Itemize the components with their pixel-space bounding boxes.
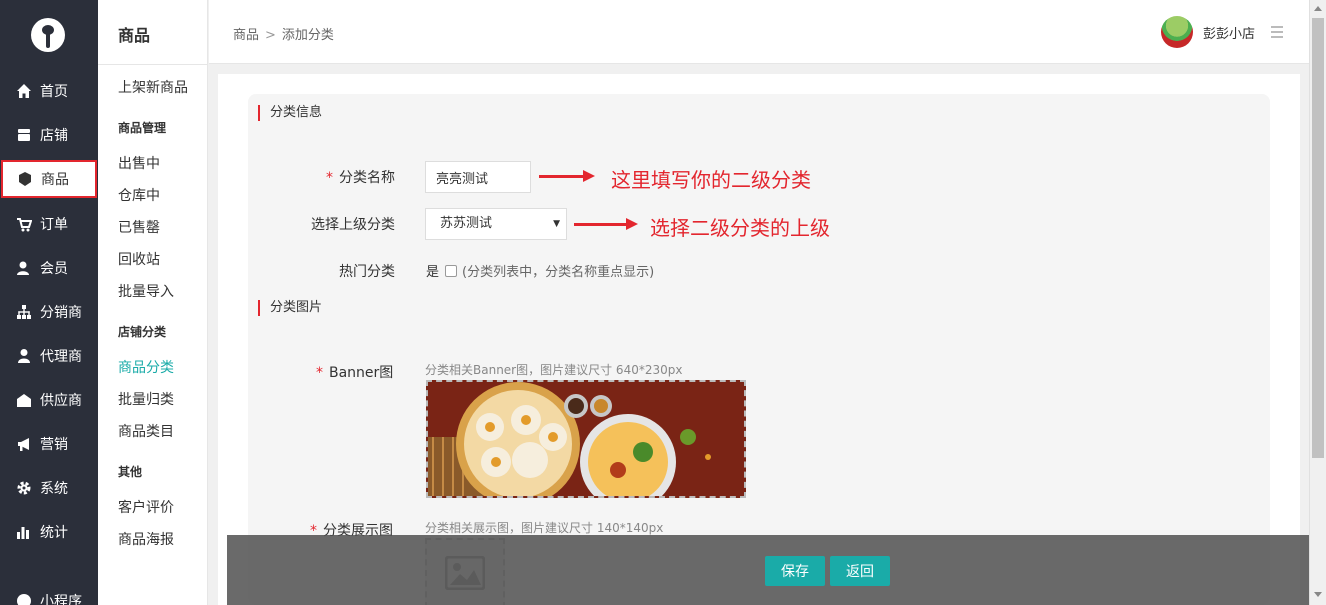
subnav-item-new-goods[interactable]: 上架新商品	[118, 77, 188, 97]
annotation-arrow	[539, 170, 595, 182]
hamburger-menu-icon[interactable]	[1271, 26, 1283, 38]
subnav-item-warehouse[interactable]: 仓库中	[118, 185, 160, 205]
banner-food-image	[428, 382, 744, 496]
parent-category-select[interactable]: 苏苏测试 ▼	[425, 208, 567, 240]
subnav-item-posters[interactable]: 商品海报	[118, 529, 174, 549]
nav-label: 会员	[40, 261, 68, 277]
hot-category-note: (分类列表中，分类名称重点显示)	[462, 265, 655, 280]
subnav-title: 商品	[118, 26, 151, 45]
user-menu[interactable]: 彭彭小店	[1160, 16, 1255, 48]
action-bar: 保存 返回	[227, 535, 1309, 605]
subnav-item-recycle[interactable]: 回收站	[118, 249, 160, 269]
caret-down-icon: ▼	[553, 219, 560, 229]
hot-category-checkbox[interactable]	[445, 264, 458, 277]
parent-category-value: 苏苏测试	[440, 216, 493, 231]
miniapp-icon	[16, 593, 32, 605]
avatar[interactable]	[1160, 16, 1193, 48]
building-icon	[16, 392, 32, 408]
nav-item-distributors[interactable]: 分销商	[0, 294, 98, 330]
annotation-parent-note: 选择二级分类的上级	[650, 216, 830, 240]
hot-category-field: 是 (分类列表中，分类名称重点显示)	[426, 261, 654, 280]
annotation-arrow	[574, 218, 638, 230]
annotation-name-note: 这里填写你的二级分类	[611, 168, 811, 192]
scroll-up-icon[interactable]	[1314, 6, 1322, 11]
subnav-group-title: 商品管理	[118, 121, 167, 135]
nav-label: 商品	[41, 172, 69, 188]
nav-label: 供应商	[40, 393, 82, 409]
nav-item-goods[interactable]: 商品	[1, 160, 97, 198]
bar-chart-icon	[16, 524, 32, 540]
nav-label: 营销	[40, 437, 68, 453]
nav-label: 代理商	[40, 349, 82, 365]
divider	[98, 64, 208, 65]
section-title-image: 分类图片	[258, 300, 322, 316]
nav-label: 小程序	[40, 594, 82, 605]
subnav-item-import[interactable]: 批量导入	[118, 281, 174, 301]
breadcrumb-item[interactable]: 商品	[233, 28, 259, 43]
category-name-input[interactable]	[425, 161, 531, 193]
logo-icon[interactable]	[31, 18, 65, 52]
scrollbar-thumb[interactable]	[1312, 18, 1324, 458]
username[interactable]: 彭彭小店	[1203, 23, 1255, 42]
subnav-item-batch-classify[interactable]: 批量归类	[118, 389, 174, 409]
nav-item-system[interactable]: 系统	[0, 470, 98, 506]
banner-image-upload[interactable]	[426, 380, 746, 498]
subnav-group-title: 其他	[118, 465, 143, 479]
top-bar: 商品 > 添加分类 彭彭小店	[209, 0, 1309, 64]
chevron-right-icon: >	[265, 28, 276, 43]
subnav-item-on-sale[interactable]: 出售中	[118, 153, 160, 173]
nav-item-members[interactable]: 会员	[0, 250, 98, 286]
member-icon	[16, 260, 32, 276]
nav-item-stats[interactable]: 统计	[0, 514, 98, 550]
nav-item-suppliers[interactable]: 供应商	[0, 382, 98, 418]
parent-category-label: 选择上级分类	[311, 217, 395, 233]
banner-hint: 分类相关Banner图，图片建议尺寸 640*230px	[425, 363, 683, 377]
main-nav: 首页 店铺 商品 订单 会员 分销商 代理商 供应商 营销 系统 统计 小程序	[0, 0, 98, 605]
home-icon	[16, 83, 32, 99]
scroll-down-icon[interactable]	[1314, 592, 1322, 597]
nav-label: 店铺	[40, 128, 68, 144]
nav-item-marketing[interactable]: 营销	[0, 426, 98, 462]
display-image-hint: 分类相关展示图，图片建议尺寸 140*140px	[425, 521, 664, 535]
section-title-info: 分类信息	[258, 105, 322, 121]
banner-label: * Banner图	[316, 365, 394, 381]
agent-icon	[16, 348, 32, 364]
store-icon	[16, 127, 32, 143]
hierarchy-icon	[16, 304, 32, 320]
nav-label: 统计	[40, 525, 68, 541]
main-content: 分类信息 *分类名称 选择上级分类 苏苏测试 ▼ 热门分类 是 (分类列表中，分…	[218, 74, 1300, 605]
back-button[interactable]: 返回	[830, 556, 890, 586]
hot-category-label: 热门分类	[339, 264, 395, 280]
nav-item-store[interactable]: 店铺	[0, 117, 98, 153]
sub-nav: 商品 上架新商品 商品管理 出售中 仓库中 已售罄 回收站 批量导入 店铺分类 …	[98, 0, 208, 605]
breadcrumb: 商品 > 添加分类	[233, 24, 334, 43]
cart-icon	[16, 216, 32, 232]
gear-icon	[16, 480, 32, 496]
subnav-item-catalog[interactable]: 商品类目	[118, 421, 174, 441]
cube-icon	[17, 171, 33, 187]
bullhorn-icon	[16, 436, 32, 452]
nav-item-orders[interactable]: 订单	[0, 206, 98, 242]
subnav-group-title: 店铺分类	[118, 325, 167, 339]
nav-label: 首页	[40, 84, 68, 100]
nav-item-miniapp[interactable]: 小程序	[0, 583, 98, 605]
save-button[interactable]: 保存	[765, 556, 825, 586]
nav-label: 订单	[40, 217, 68, 233]
nav-item-agents[interactable]: 代理商	[0, 338, 98, 374]
scrollbar[interactable]	[1309, 0, 1326, 605]
subnav-item-sold-out[interactable]: 已售罄	[118, 217, 160, 237]
nav-item-home[interactable]: 首页	[0, 73, 98, 109]
nav-label: 系统	[40, 481, 68, 497]
category-name-label: * 分类名称	[326, 170, 395, 186]
subnav-item-category[interactable]: 商品分类	[118, 357, 174, 377]
subnav-item-reviews[interactable]: 客户评价	[118, 497, 174, 517]
nav-label: 分销商	[40, 305, 82, 321]
hot-option-label: 是	[426, 265, 440, 280]
breadcrumb-current: 添加分类	[281, 28, 334, 43]
